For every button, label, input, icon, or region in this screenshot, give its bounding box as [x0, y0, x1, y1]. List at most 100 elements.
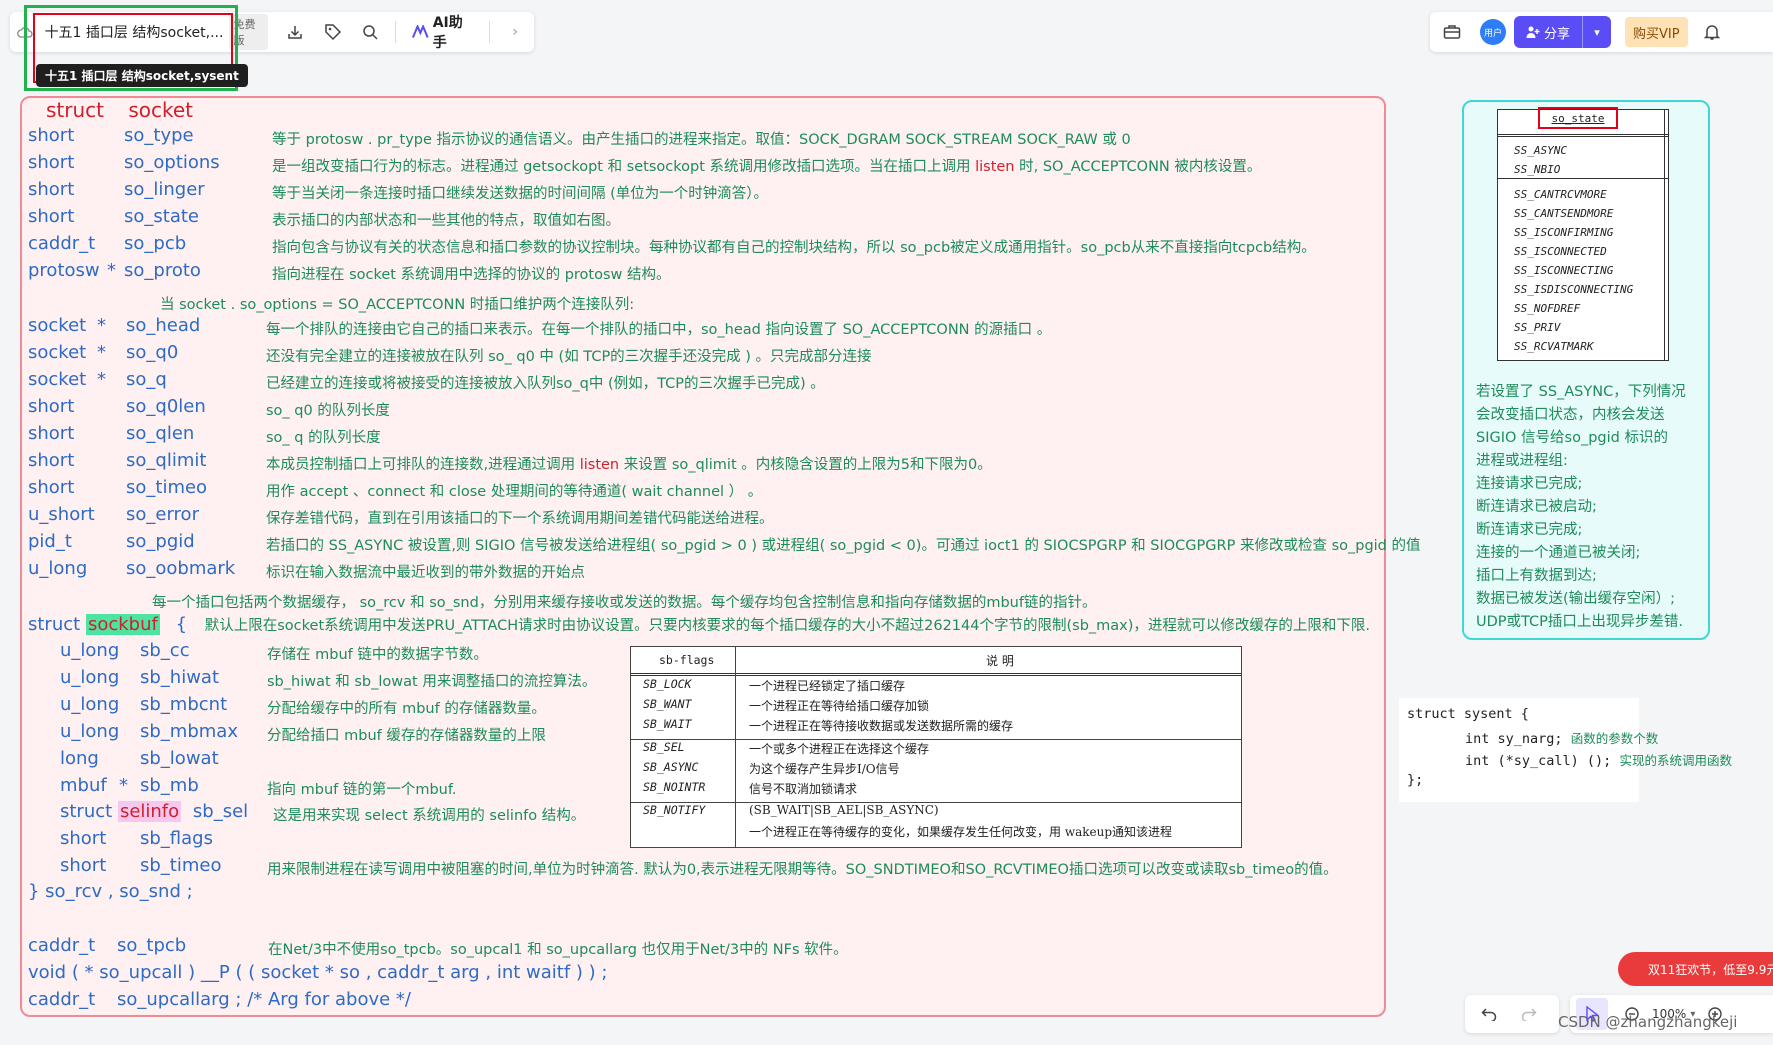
so-state-flag: SS_NOFDREF: [1514, 302, 1581, 315]
pointer-star: *: [97, 369, 106, 390]
table-header-flags: sb-flags: [659, 653, 715, 667]
so-state-note-line: 断连请求已被启动;: [1476, 499, 1597, 515]
so-state-flag: SS_CANTSENDMORE: [1514, 207, 1614, 220]
so-state-flag: SS_PRIV: [1514, 321, 1561, 334]
so-state-flag: SS_ISCONNECTING: [1514, 264, 1614, 277]
sockbuf-note: 默认上限在socket系统调用中发送PRU_ATTACH请求时由协议设置。只要内…: [204, 618, 1371, 634]
field-name: so_qlimit: [126, 450, 207, 471]
field-desc-text: 表示插口的内部状态和一些其他的特点，取值如右图。: [272, 213, 620, 229]
field-type: short: [28, 206, 75, 227]
field-name: sb_lowat: [140, 748, 219, 769]
field-type: u_long: [60, 667, 120, 688]
so-state-note-line: 若设置了 SS_ASYNC，下列情况: [1476, 384, 1686, 400]
watermark: CSDN @zhangzhangkeji: [1558, 1013, 1738, 1031]
briefcase-icon[interactable]: [1436, 16, 1468, 48]
field-name: so_error: [126, 504, 199, 525]
so-state-note-line: 连接请求已完成;: [1476, 476, 1583, 492]
share-dropdown-chevron-icon[interactable]: ▾: [1582, 16, 1612, 48]
field-type: socket: [28, 369, 87, 390]
sockbuf-close: } so_rcv , so_snd ;: [28, 881, 193, 902]
so-state-flag: SS_ASYNC: [1514, 144, 1567, 157]
field-desc-text: 时, SO_ACCEPTCONN 被内核设置。: [1014, 159, 1262, 175]
field-name: sb_mbmax: [140, 721, 238, 742]
field-desc-text: 指向进程在 socket 系统调用中选择的协议的 protosw 结构。: [272, 267, 671, 283]
ai-assistant-button[interactable]: AI助手: [402, 12, 483, 52]
field-desc-text: 若插口的 SS_ASYNC 被设置,则 SIGIO 信号被发送给进程组( so_…: [266, 538, 1421, 554]
toolbar-divider: [395, 21, 397, 43]
accept-queue-note: 当 socket . so_options = SO_ACCEPTCONN 时插…: [160, 297, 635, 313]
field-desc: 指向 mbuf 链的第一个mbuf.: [267, 778, 457, 799]
field-desc: 指向包含与协议有关的状态信息和插口参数的协议控制块。每种协议都有自己的控制块结构…: [272, 236, 1316, 257]
field-desc-text: 每一个排队的连接由它自己的插口来表示。在每一个排队的插口中，so_head 指向…: [266, 322, 1052, 338]
struct-keyword: struct: [60, 801, 113, 822]
field-type: short: [28, 450, 75, 471]
field-type: socket: [28, 315, 87, 336]
so-state-flag: SS_ISCONNECTED: [1514, 245, 1607, 258]
socket-struct-title: struct socket: [46, 98, 193, 122]
field-name: so_pcb: [124, 233, 187, 254]
tag-icon[interactable]: [318, 16, 348, 48]
chevron-right-icon[interactable]: ›: [500, 16, 530, 48]
field-name: so_head: [126, 315, 201, 336]
table-cell-flag: SB_NOINTR: [643, 780, 706, 794]
field-desc: 分配给插口 mbuf 缓存的存储器数量的上限: [267, 724, 546, 745]
promo-banner[interactable]: 双11狂欢节，低至9.9元: [1618, 952, 1773, 986]
tpcb-desc: 在Net/3中不使用so_tpcb。so_upcal1 和 so_upcalla…: [268, 942, 848, 958]
field-desc-text: 保存差错代码，直到在引用该插口的下一个系统调用期间差错代码能送给进程。: [266, 511, 774, 527]
field-desc-text: 已经建立的连接或将被接受的连接被放入队列so_q中 (例如，TCP的三次握手已完…: [266, 376, 825, 392]
table-cell-desc: 一个进程已经锁定了插口缓存: [749, 679, 906, 693]
redo-icon[interactable]: [1513, 998, 1545, 1030]
field-desc-text: 指向包含与协议有关的状态信息和插口参数的协议控制块。每种协议都有自己的控制块结构…: [272, 240, 1316, 256]
field-name: so_qlen: [126, 423, 195, 444]
share-label: 分享: [1544, 26, 1571, 42]
download-icon[interactable]: [280, 16, 310, 48]
field-name: so_q: [126, 369, 167, 390]
field-name: so_options: [124, 152, 220, 173]
field-desc: 还没有完全建立的连接被放在队列 so_ q0 中 (如 TCP的三次握手还没完成…: [266, 345, 872, 366]
field-type: short: [28, 477, 75, 498]
timeo-type: short: [60, 855, 107, 876]
search-icon[interactable]: [355, 16, 385, 48]
user-avatar[interactable]: 用户: [1480, 19, 1506, 45]
upcall-line: void ( * so_upcall ) __P ( ( socket * so…: [28, 962, 608, 983]
field-desc: 存储在 mbuf 链中的数据字节数。: [267, 643, 488, 664]
sysent-code: int (*sy_call) ();: [1465, 753, 1612, 769]
bell-icon[interactable]: [1696, 16, 1728, 48]
so-state-table: so_state SS_ASYNC SS_NBIO SS_CANTRCVMORE SS…: [1497, 107, 1669, 361]
selinfo-name: selinfo: [117, 801, 182, 822]
table-cell-desc: 一个进程正在等待给插口缓存加锁: [749, 699, 930, 713]
field-desc: sb_hiwat 和 sb_lowat 用来调整插口的流控算法。: [267, 670, 596, 691]
pointer-star: *: [97, 315, 106, 336]
sysent-line: };: [1407, 772, 1424, 788]
listen-keyword: listen: [975, 159, 1015, 175]
table-cell-flag: SB_ASYNC: [643, 760, 699, 774]
sysent-code: int sy_narg;: [1465, 731, 1563, 747]
field-name: so_oobmark: [126, 558, 236, 579]
table-cell-flag: SB_WAIT: [643, 717, 692, 731]
listen-keyword: listen: [579, 457, 620, 473]
field-type: u_short: [28, 504, 95, 525]
table-divider: [1498, 178, 1668, 179]
buy-vip-button[interactable]: 购买VIP: [1625, 17, 1688, 47]
field-type: short: [28, 423, 75, 444]
flags-name: sb_flags: [140, 828, 213, 849]
field-desc: 表示插口的内部状态和一些其他的特点，取值如右图。: [272, 209, 620, 230]
table-header-desc: 说 明: [986, 654, 1014, 668]
table-cell-desc: 为这个缓存产生异步I/O信号: [749, 762, 900, 776]
field-desc-text: 分配给插口 mbuf 缓存的存储器数量的上限: [267, 728, 546, 744]
socket-name: socket: [128, 98, 194, 122]
field-type: short: [28, 125, 75, 146]
tpcb-type: caddr_t: [28, 935, 96, 956]
undo-redo-controls: [1465, 995, 1559, 1033]
share-button[interactable]: 分享: [1514, 16, 1583, 48]
field-name: so_type: [124, 125, 194, 146]
undo-icon[interactable]: [1473, 998, 1505, 1030]
flags-type: short: [60, 828, 107, 849]
field-name: sb_cc: [140, 640, 190, 661]
field-name: sb_mbcnt: [140, 694, 228, 715]
field-desc-text: 来设置 so_qlimit 。内核隐含设置的上限为5和下限为0。: [619, 457, 992, 473]
sysent-struct-note[interactable]: struct sysent { int sy_narg; 函数的参数个数 int…: [1399, 698, 1732, 802]
field-desc-text: 等于 protosw . pr_type 指示协议的通信语义。由产生插口的进程来…: [272, 132, 1131, 148]
so-state-note-line: 断连请求已完成;: [1476, 522, 1583, 538]
field-name: so_proto: [124, 260, 201, 281]
